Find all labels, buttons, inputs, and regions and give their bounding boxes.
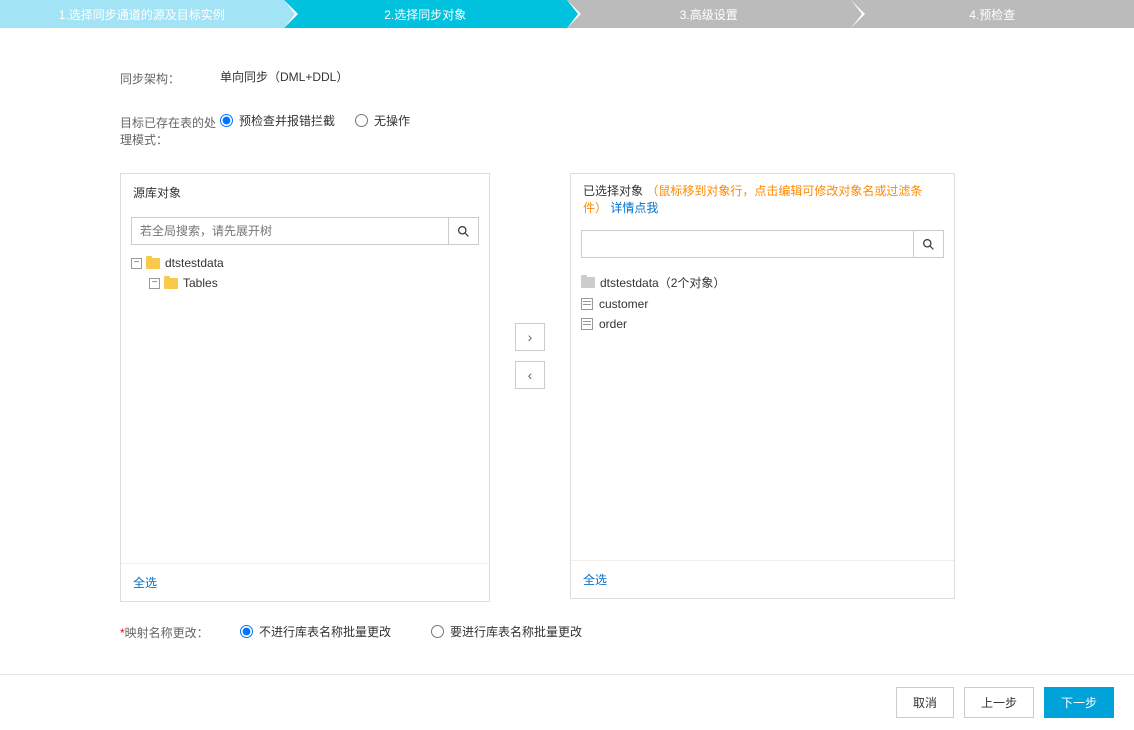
transfer-buttons: › ‹ (490, 323, 570, 389)
search-icon (922, 238, 935, 251)
collapse-icon[interactable]: − (131, 258, 142, 269)
table-icon (581, 318, 593, 330)
target-tree[interactable]: dtstestdata（2个对象） customer order (571, 266, 954, 560)
target-panel-link[interactable]: 详情点我 (610, 201, 658, 215)
step-4[interactable]: 4.预检查 (851, 0, 1134, 28)
mapping-row: *映射名称更改： 不进行库表名称批量更改 要进行库表名称批量更改 (120, 622, 1014, 641)
footer-bar: 取消 上一步 下一步 (0, 674, 1134, 730)
source-search-button[interactable] (448, 218, 478, 244)
sync-arch-row: 同步架构： 单向同步（DML+DDL） (120, 68, 1014, 87)
move-left-button[interactable]: ‹ (515, 361, 545, 389)
folder-icon (581, 277, 595, 288)
target-search-input[interactable] (582, 231, 913, 257)
prev-button[interactable]: 上一步 (964, 687, 1034, 718)
source-node-dtstestdata[interactable]: − dtstestdata (131, 253, 479, 273)
source-panel: 源库对象 − dtstestdata − Tables (120, 173, 490, 602)
mapping-opt2[interactable]: 要进行库表名称批量更改 (431, 623, 582, 640)
step-2[interactable]: 2.选择同步对象 (284, 0, 568, 28)
source-panel-footer: 全选 (121, 563, 489, 601)
step-3[interactable]: 3.高级设置 (567, 0, 851, 28)
target-select-all[interactable]: 全选 (583, 573, 607, 587)
target-panel: 已选择对象 （鼠标移到对象行，点击编辑可修改对象名或过滤条件） 详情点我 dts… (570, 173, 955, 599)
folder-icon (164, 278, 178, 289)
folder-icon (146, 258, 160, 269)
source-tree[interactable]: − dtstestdata − Tables (121, 253, 489, 563)
transfer-container: 源库对象 − dtstestdata − Tables (120, 173, 1014, 602)
source-select-all[interactable]: 全选 (133, 576, 157, 590)
mapping-radio-1[interactable] (240, 625, 253, 638)
target-mode-radio-1[interactable] (220, 114, 233, 127)
move-right-button[interactable]: › (515, 323, 545, 351)
source-panel-title: 源库对象 (121, 174, 489, 212)
search-icon (457, 225, 470, 238)
chevron-left-icon: ‹ (528, 367, 533, 383)
target-mode-label: 目标已存在表的处理模式： (120, 112, 220, 148)
source-search-box (131, 217, 479, 245)
target-node-customer[interactable]: customer (581, 294, 944, 314)
target-panel-footer: 全选 (571, 560, 954, 598)
source-node-tables[interactable]: − Tables (131, 273, 479, 293)
mapping-opt1[interactable]: 不进行库表名称批量更改 (240, 623, 391, 640)
step-1[interactable]: 1.选择同步通道的源及目标实例 (0, 0, 284, 28)
target-search-button[interactable] (913, 231, 943, 257)
mapping-radio-2[interactable] (431, 625, 444, 638)
next-button[interactable]: 下一步 (1044, 687, 1114, 718)
mapping-label: *映射名称更改： (120, 622, 220, 641)
sync-arch-value: 单向同步（DML+DDL） (220, 68, 1014, 85)
table-icon (581, 298, 593, 310)
target-mode-opt2[interactable]: 无操作 (355, 112, 410, 129)
chevron-right-icon: › (528, 329, 533, 345)
source-search-input[interactable] (132, 218, 448, 244)
sync-arch-label: 同步架构： (120, 68, 220, 87)
wizard-steps: 1.选择同步通道的源及目标实例 2.选择同步对象 3.高级设置 4.预检查 (0, 0, 1134, 28)
target-panel-header: 已选择对象 （鼠标移到对象行，点击编辑可修改对象名或过滤条件） 详情点我 (571, 174, 954, 225)
target-node-dtstestdata[interactable]: dtstestdata（2个对象） (581, 271, 944, 294)
collapse-icon[interactable]: − (149, 278, 160, 289)
target-panel-title: 已选择对象 (583, 184, 643, 198)
content-area: 同步架构： 单向同步（DML+DDL） 目标已存在表的处理模式： 预检查并报错拦… (0, 28, 1134, 661)
target-mode-row: 目标已存在表的处理模式： 预检查并报错拦截 无操作 (120, 112, 1014, 148)
target-search-box (581, 230, 944, 258)
target-mode-opt1[interactable]: 预检查并报错拦截 (220, 112, 335, 129)
target-mode-radio-2[interactable] (355, 114, 368, 127)
cancel-button[interactable]: 取消 (896, 687, 954, 718)
target-node-order[interactable]: order (581, 314, 944, 334)
